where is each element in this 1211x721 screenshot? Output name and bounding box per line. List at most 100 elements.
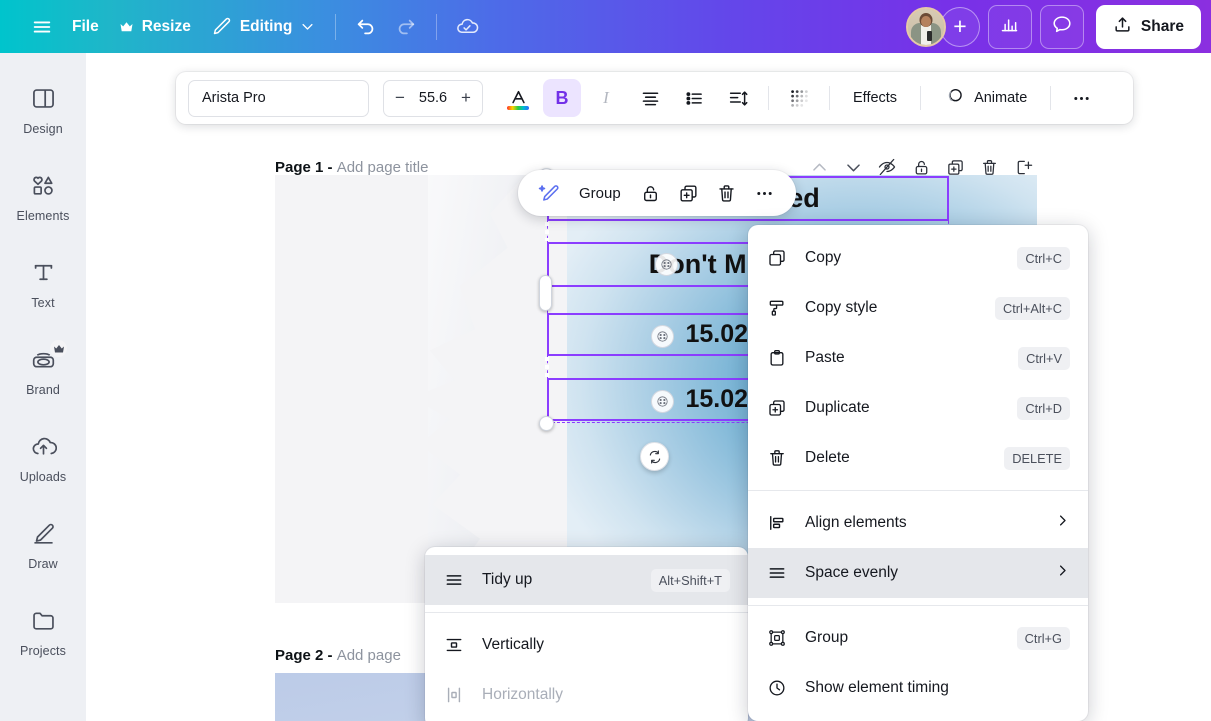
unlock-icon[interactable]	[634, 176, 668, 210]
more-horizontal-icon[interactable]	[1062, 79, 1100, 117]
cloud-check-icon[interactable]	[447, 7, 487, 47]
transparency-checker-icon[interactable]	[780, 79, 818, 117]
menu-item-label: Tidy up	[482, 571, 533, 588]
bar-chart-icon	[999, 14, 1020, 40]
italic-label: I	[603, 88, 609, 107]
font-size-decrease[interactable]: −	[395, 88, 405, 108]
undo-icon[interactable]	[346, 7, 386, 47]
menu-item-label: Group	[805, 629, 849, 646]
trash-icon	[766, 448, 788, 468]
file-menu[interactable]: File	[62, 10, 109, 44]
menu-item-label: Space evenly	[805, 564, 899, 581]
menu-item-shortcut: Ctrl+D	[1017, 396, 1070, 420]
avatar[interactable]	[905, 6, 946, 47]
font-size-stepper[interactable]: − 55.6 +	[383, 79, 483, 117]
menu-item-paste[interactable]: Paste Ctrl+V	[748, 333, 1088, 383]
page-title[interactable]: Page 2 - Add page	[275, 647, 401, 664]
sidebar-item-elements[interactable]: Elements	[6, 166, 80, 229]
menu-item-shortcut: Ctrl+V	[1018, 346, 1070, 370]
hamburger-icon[interactable]	[22, 7, 62, 47]
paper-left-area	[275, 175, 428, 603]
editing-mode-dropdown[interactable]: Editing	[201, 8, 326, 45]
effects-button[interactable]: Effects	[841, 82, 909, 114]
group-label[interactable]: Group	[570, 185, 630, 202]
menu-item-space-evenly[interactable]: Space evenly	[748, 548, 1088, 598]
insights-button[interactable]	[987, 4, 1032, 49]
element-context-menu: Copy Ctrl+C Copy style Ctrl+Alt+C Paste …	[748, 225, 1088, 721]
menu-item-duplicate[interactable]: Duplicate Ctrl+D	[748, 383, 1088, 433]
menu-item-vertically[interactable]: Vertically	[425, 620, 748, 670]
pencil-icon	[211, 16, 232, 37]
divider	[335, 13, 337, 40]
add-collaborator-button[interactable]: +	[939, 6, 980, 47]
pen-draw-icon	[30, 520, 57, 552]
menu-item-delete[interactable]: Delete DELETE	[748, 433, 1088, 483]
menu-divider	[748, 605, 1088, 606]
rotate-icon[interactable]	[640, 442, 669, 471]
magic-pencil-icon[interactable]	[532, 176, 566, 210]
space-vertically-icon	[443, 635, 465, 655]
menu-item-label: Delete	[805, 449, 850, 466]
group-floating-toolbar: Group	[518, 170, 796, 216]
page-number-label: Page 1 -	[275, 158, 333, 176]
duplicate-icon[interactable]	[672, 176, 706, 210]
menu-item-group[interactable]: Group Ctrl+G	[748, 613, 1088, 663]
menu-item-align-elements[interactable]: Align elements	[748, 498, 1088, 548]
menu-item-shortcut: Ctrl+C	[1017, 246, 1070, 270]
line-spacing-icon[interactable]	[719, 79, 757, 117]
sidebar-item-text[interactable]: Text	[6, 253, 80, 316]
font-color-a-icon[interactable]	[499, 79, 537, 117]
page-title-placeholder: Add page title	[336, 158, 429, 176]
menu-item-horizontally: Horizontally	[425, 670, 748, 720]
sidebar-item-design[interactable]: Design	[6, 79, 80, 142]
page-title[interactable]: Page 1 - Add page title	[275, 159, 428, 176]
element-center-pivot	[655, 253, 678, 276]
sidebar-item-brand[interactable]: Brand	[6, 340, 80, 403]
trash-icon[interactable]	[710, 176, 744, 210]
canva-editor-window: File Resize Editing + Share Design Eleme…	[0, 0, 1211, 721]
sidebar-item-projects[interactable]: Projects	[6, 601, 80, 664]
element-center-pivot	[651, 390, 674, 413]
menu-item-label: Copy	[805, 249, 842, 266]
menu-item-copy[interactable]: Copy Ctrl+C	[748, 233, 1088, 283]
menu-divider	[748, 490, 1088, 491]
menu-item-label: Show element timing	[805, 679, 949, 696]
crown-icon	[50, 340, 67, 357]
shapes-icon	[30, 172, 57, 204]
sidebar-item-draw[interactable]: Draw	[6, 514, 80, 577]
spacing-drag-handle[interactable]	[539, 275, 552, 311]
sidebar-item-label: Uploads	[19, 470, 67, 484]
redo-icon[interactable]	[386, 7, 426, 47]
animate-button[interactable]: Animate	[932, 78, 1039, 119]
sidebar-item-label: Brand	[26, 383, 60, 397]
menu-divider	[425, 612, 748, 613]
chevron-right-icon	[1055, 513, 1070, 533]
resize-label: Resize	[141, 17, 191, 35]
menu-item-tidy-up[interactable]: Tidy up Alt+Shift+T	[425, 555, 748, 605]
sidebar-item-uploads[interactable]: Uploads	[6, 427, 80, 490]
folder-icon	[30, 607, 57, 639]
menu-item-copy-style[interactable]: Copy style Ctrl+Alt+C	[748, 283, 1088, 333]
space-evenly-submenu: Tidy up Alt+Shift+T Vertically Horizonta…	[425, 547, 748, 721]
menu-item-show-element-timing[interactable]: Show element timing	[748, 663, 1088, 713]
menu-item-shortcut: Alt+Shift+T	[650, 568, 730, 592]
chevron-down-icon	[300, 19, 315, 34]
more-horizontal-icon[interactable]	[748, 176, 782, 210]
comments-button[interactable]	[1039, 4, 1084, 49]
clock-icon	[766, 678, 788, 698]
bullet-list-icon[interactable]	[675, 79, 713, 117]
space-evenly-icon	[766, 563, 788, 583]
paint-roller-icon	[766, 298, 788, 318]
italic-button[interactable]: I	[587, 79, 625, 117]
bold-button[interactable]: B	[543, 79, 581, 117]
design-panel-icon	[30, 85, 57, 117]
font-size-increase[interactable]: +	[461, 88, 471, 108]
resize-handle-bottom-left[interactable]	[539, 416, 554, 431]
align-elements-icon	[766, 513, 788, 533]
font-family-select[interactable]: Arista Pro	[188, 79, 369, 117]
resize-button[interactable]: Resize	[109, 10, 201, 44]
chevron-right-icon	[1055, 563, 1070, 583]
share-button[interactable]: Share	[1095, 4, 1201, 49]
menu-item-label: Horizontally	[482, 686, 563, 703]
text-align-icon[interactable]	[631, 79, 669, 117]
